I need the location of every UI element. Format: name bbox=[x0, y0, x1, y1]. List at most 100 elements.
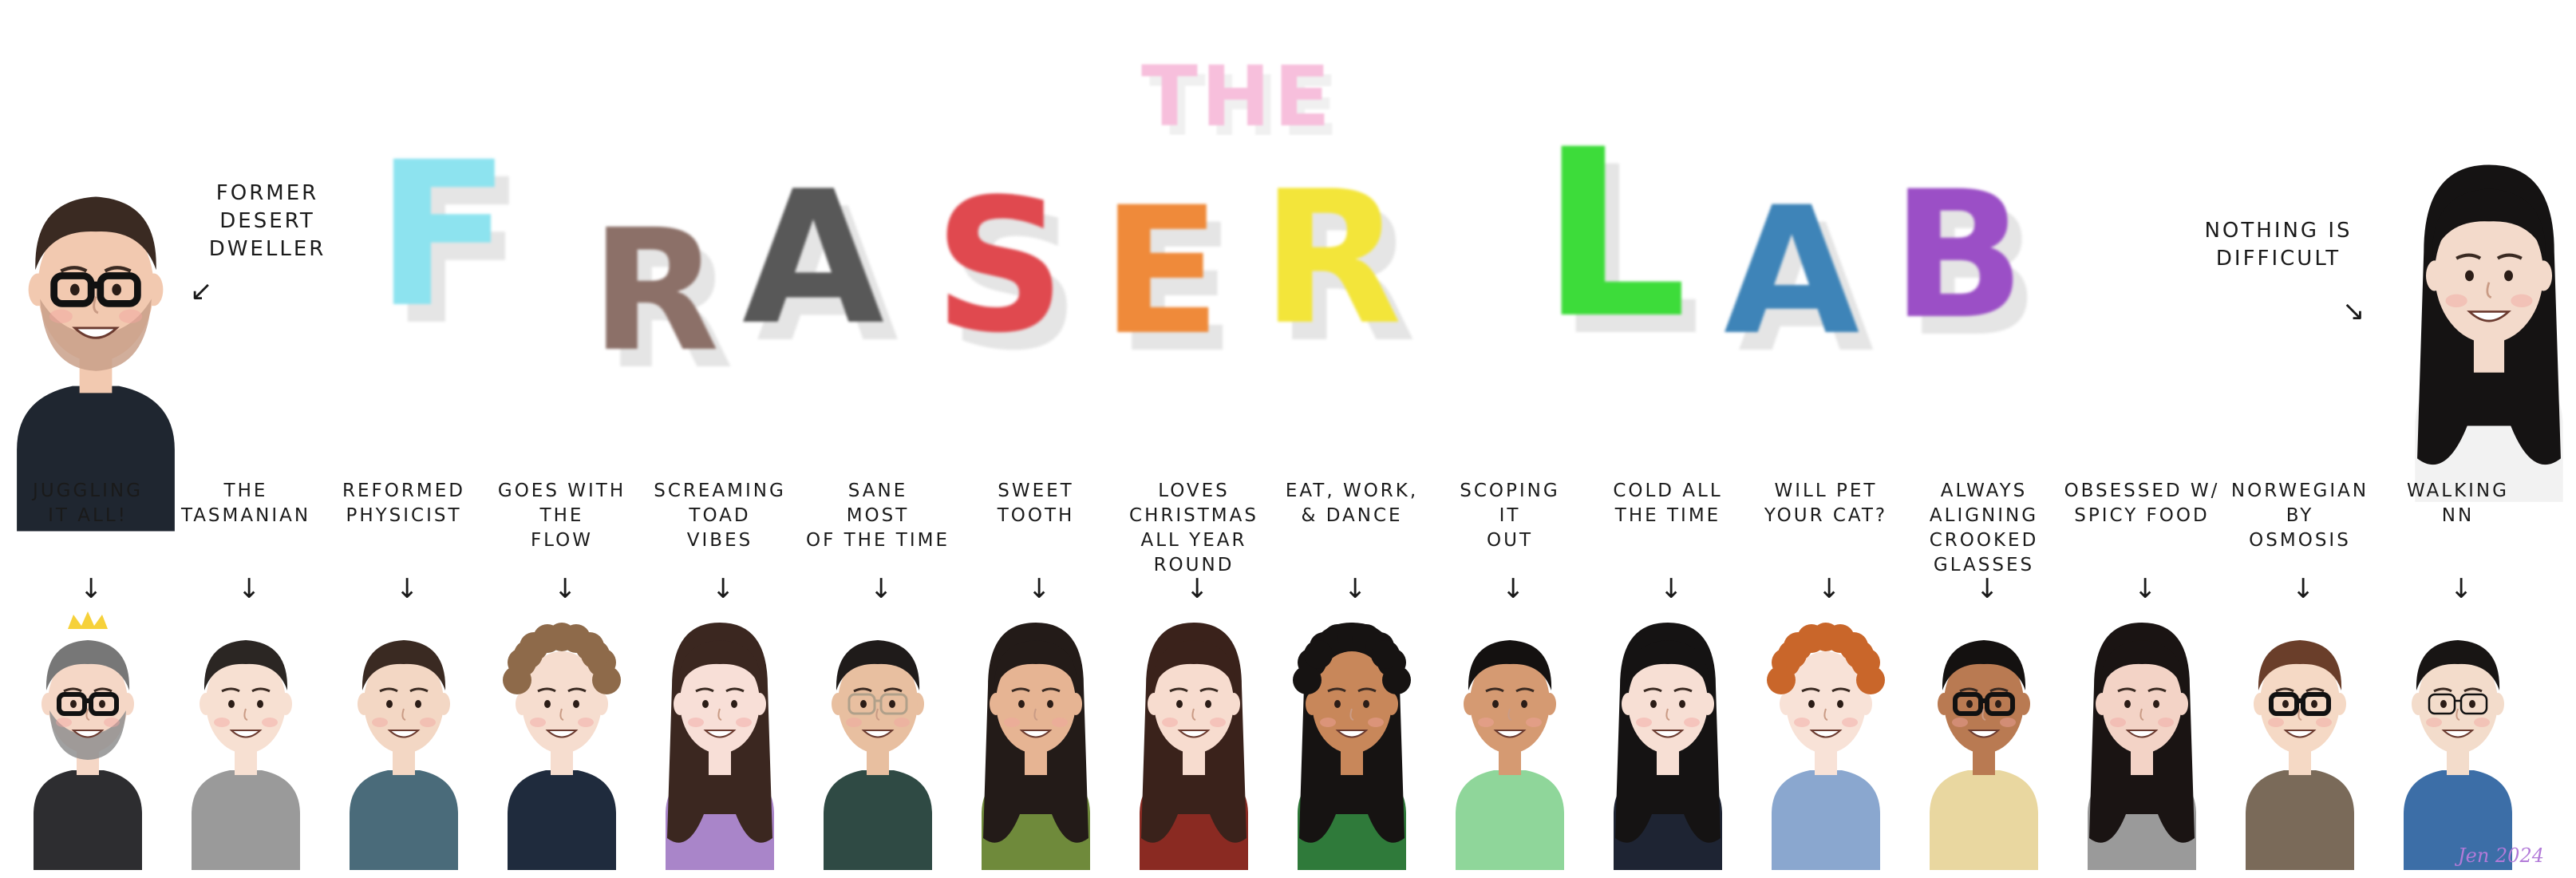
left-eye bbox=[544, 700, 551, 708]
shirt bbox=[1456, 770, 1564, 870]
cheek bbox=[846, 718, 862, 727]
avatar-drawing bbox=[503, 623, 621, 870]
left-eye bbox=[70, 700, 77, 708]
left-eye bbox=[1334, 700, 1341, 708]
avatar-drawing bbox=[350, 640, 458, 870]
cheek bbox=[1636, 718, 1652, 727]
left-eye bbox=[1018, 700, 1025, 708]
avatar-drawing bbox=[824, 640, 932, 870]
title-letter-lab-0: L bbox=[1540, 101, 1688, 370]
right-eye bbox=[573, 700, 579, 708]
member-avatar bbox=[1288, 615, 1416, 870]
member-note-arrow: ↓ bbox=[2134, 573, 2157, 605]
avatar-drawing bbox=[1767, 623, 1885, 870]
avatar-drawing bbox=[2246, 640, 2354, 870]
member-note-arrow: ↓ bbox=[2450, 573, 2473, 605]
cheek bbox=[2445, 294, 2467, 307]
title-letter-fraser-4: E bbox=[1101, 169, 1222, 374]
crown bbox=[68, 611, 108, 629]
left-portrait-drawing bbox=[17, 196, 175, 532]
left-eye bbox=[70, 283, 80, 296]
right-eye bbox=[1521, 700, 1527, 708]
member-avatar bbox=[2078, 615, 2206, 870]
cheek bbox=[530, 718, 546, 727]
member-note-arrow: ↓ bbox=[1502, 573, 1525, 605]
title-row: FRASERLAB bbox=[375, 120, 2091, 455]
avatar-drawing bbox=[1456, 640, 1564, 870]
avatar-drawing bbox=[1293, 623, 1411, 870]
title-letter-fraser-5: R bbox=[1261, 152, 1403, 366]
right-eye bbox=[731, 700, 737, 708]
left-eye bbox=[1650, 700, 1657, 708]
cheek bbox=[578, 718, 594, 727]
avatar-drawing bbox=[34, 611, 142, 870]
cheek bbox=[2316, 718, 2332, 727]
right-eye bbox=[1679, 700, 1685, 708]
left-eye bbox=[2124, 700, 2131, 708]
shirt bbox=[1772, 770, 1880, 870]
left-eye bbox=[702, 700, 709, 708]
cheek bbox=[1052, 718, 1068, 727]
avatar-drawing bbox=[1140, 623, 1248, 870]
right-eye bbox=[257, 700, 263, 708]
title-letter-fraser-3: S bbox=[934, 160, 1066, 374]
cheek bbox=[1794, 718, 1810, 727]
right-eye bbox=[2504, 270, 2513, 282]
member-avatar bbox=[340, 615, 468, 870]
title-letter-fraser-2: A bbox=[742, 152, 885, 366]
left-note-arrow: ↙ bbox=[190, 275, 213, 307]
member-note-arrow: ↓ bbox=[554, 573, 577, 605]
left-eye bbox=[228, 700, 235, 708]
left-note: FORMER DESERT DWELLER bbox=[208, 181, 326, 262]
member-note-arrow: ↓ bbox=[1818, 573, 1841, 605]
member-avatar bbox=[814, 615, 942, 870]
cheek bbox=[214, 718, 230, 727]
cheek bbox=[2268, 718, 2284, 727]
member-note-arrow: ↓ bbox=[1186, 573, 1209, 605]
cheek bbox=[104, 718, 120, 727]
member-note-arrow: ↓ bbox=[2292, 573, 2315, 605]
left-eye bbox=[1966, 700, 1973, 708]
right-eye bbox=[1363, 700, 1369, 708]
cheek bbox=[1210, 718, 1226, 727]
title-letter-fraser-0: F bbox=[375, 119, 512, 351]
left-eye bbox=[1808, 700, 1815, 708]
avatar-drawing bbox=[192, 640, 300, 870]
member-avatar bbox=[1604, 615, 1732, 870]
member-avatar bbox=[1920, 615, 2048, 870]
member-avatar bbox=[2236, 615, 2364, 870]
cheek bbox=[736, 718, 752, 727]
avatar-drawing bbox=[666, 623, 774, 870]
left-eye bbox=[860, 700, 867, 708]
member-note-arrow: ↓ bbox=[1976, 573, 1999, 605]
right-eye bbox=[112, 283, 121, 296]
member-avatar bbox=[656, 615, 784, 870]
member-avatar bbox=[498, 615, 626, 870]
cheek bbox=[2511, 294, 2533, 307]
member-avatar bbox=[2394, 615, 2522, 870]
right-note: NOTHING IS DIFFICULT bbox=[2204, 219, 2353, 271]
right-eye bbox=[1205, 700, 1211, 708]
member-avatar bbox=[182, 615, 310, 870]
member-avatar bbox=[24, 611, 152, 870]
member-note-arrow: ↓ bbox=[712, 573, 735, 605]
cheek bbox=[1162, 718, 1178, 727]
cheek bbox=[119, 309, 143, 324]
avatar-drawing bbox=[2404, 640, 2512, 870]
member-note-arrow: ↓ bbox=[870, 573, 893, 605]
avatar-drawing bbox=[1930, 640, 2038, 870]
member-avatar bbox=[1762, 615, 1890, 870]
right-eye bbox=[99, 700, 105, 708]
right-portrait bbox=[2402, 152, 2576, 502]
shirt bbox=[192, 770, 300, 870]
shirt bbox=[508, 770, 616, 870]
left-eye bbox=[2440, 700, 2447, 708]
left-eye bbox=[1492, 700, 1499, 708]
avatar-drawing bbox=[982, 623, 1090, 870]
left-eye bbox=[1176, 700, 1183, 708]
cheek bbox=[1952, 718, 1968, 727]
member-note: WALKING NN bbox=[2407, 481, 2509, 527]
title-letter-lab-2: B bbox=[1891, 153, 2025, 358]
right-eye bbox=[2153, 700, 2159, 708]
cheek bbox=[1684, 718, 1700, 727]
